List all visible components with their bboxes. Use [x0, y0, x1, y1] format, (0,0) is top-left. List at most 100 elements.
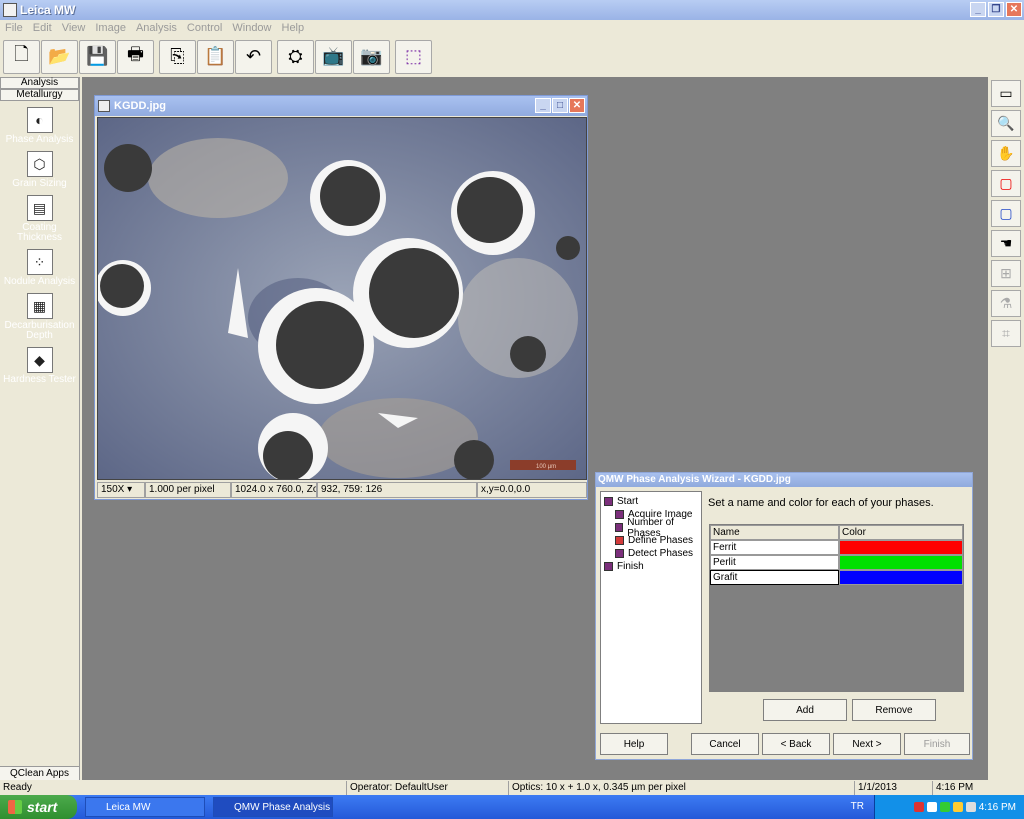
- table-row[interactable]: Grafit: [710, 570, 963, 585]
- camera-icon[interactable]: 📷: [353, 39, 390, 74]
- decarburisation-label: Decarburisation Depth: [4, 320, 75, 341]
- pan-hand-icon[interactable]: ✋: [991, 140, 1021, 167]
- table-header: Name Color: [710, 525, 963, 540]
- tray-icon-1[interactable]: [913, 802, 924, 812]
- column-color: Color: [839, 525, 963, 540]
- back-button[interactable]: < Back: [762, 733, 830, 755]
- zoom-icon[interactable]: 🔍: [991, 110, 1021, 137]
- step-finish[interactable]: Finish: [601, 560, 701, 573]
- taskbar: start Leica MW QMW Phase Analysis ... TR…: [0, 795, 1024, 819]
- taskbar-phase-wizard[interactable]: QMW Phase Analysis ...: [213, 797, 333, 817]
- undo-icon[interactable]: ↶: [235, 39, 272, 74]
- add-button[interactable]: Add: [763, 699, 847, 721]
- rectangle-select-icon[interactable]: ▭: [991, 80, 1021, 107]
- red-rectangle-icon[interactable]: ▢: [991, 170, 1021, 197]
- qclean-apps-tab[interactable]: QClean Apps: [0, 766, 79, 780]
- system-tray: 4:16 PM: [874, 795, 1024, 819]
- hardness-tester-tool[interactable]: ◆ Hardness Tester: [0, 347, 79, 385]
- menu-help[interactable]: Help: [277, 22, 310, 34]
- nodule-analysis-icon: ⁘: [26, 249, 53, 275]
- menu-window[interactable]: Window: [227, 22, 276, 34]
- image-maximize-button[interactable]: □: [552, 98, 568, 113]
- phase-analysis-tool[interactable]: ◐ Phase Analysis: [0, 107, 79, 145]
- step-start[interactable]: Start: [601, 495, 701, 508]
- pixel-readout: 932, 759: 126: [317, 482, 477, 498]
- panel-subheader[interactable]: Metallurgy: [0, 89, 79, 101]
- windows-flag-icon: [8, 800, 22, 814]
- finish-button: Finish: [904, 733, 970, 755]
- image-window-icon: [98, 100, 110, 112]
- calibrate-icon: ⚗: [991, 290, 1021, 317]
- menu-edit[interactable]: Edit: [28, 22, 57, 34]
- menu-image[interactable]: Image: [90, 22, 131, 34]
- menu-control[interactable]: Control: [182, 22, 227, 34]
- status-ready: Ready: [3, 782, 32, 793]
- coords-readout: x,y=0.0,0.0: [477, 482, 587, 498]
- micrograph-image[interactable]: 100 µm: [97, 117, 587, 480]
- phase-analysis-label: Phase Analysis: [5, 134, 74, 145]
- phase-color-cell[interactable]: [839, 570, 963, 585]
- step-icon: [604, 497, 613, 506]
- step-define-phases[interactable]: Define Phases: [601, 534, 701, 547]
- taskbar-leica-mw[interactable]: Leica MW: [85, 797, 205, 817]
- coating-thickness-icon: ▤: [26, 195, 53, 221]
- decarburisation-icon: ▦: [26, 293, 53, 319]
- step-detect-phases[interactable]: Detect Phases: [601, 547, 701, 560]
- language-indicator[interactable]: TR: [851, 801, 864, 812]
- pointer-icon[interactable]: ☚: [991, 230, 1021, 257]
- image-window-titlebar: KGDD.jpg: [95, 96, 587, 116]
- tv-icon[interactable]: 📺: [315, 39, 352, 74]
- phase-name-cell[interactable]: Perlit: [710, 555, 839, 570]
- copy-icon[interactable]: ⎘: [159, 39, 196, 74]
- phase-name-cell[interactable]: Grafit: [710, 570, 839, 585]
- paste-icon[interactable]: 📋: [197, 39, 234, 74]
- analysis-panel: Analysis Metallurgy ◐ Phase Analysis ⬡ G…: [0, 77, 80, 780]
- image-close-button[interactable]: ✕: [569, 98, 585, 113]
- start-button[interactable]: start: [0, 795, 77, 819]
- blue-rectangle-icon[interactable]: ▢: [991, 200, 1021, 227]
- volume-icon[interactable]: [965, 802, 976, 812]
- phases-table: Name Color Ferrit Perlit Grafit: [709, 524, 964, 692]
- panel-header[interactable]: Analysis: [0, 77, 79, 89]
- menu-view[interactable]: View: [57, 22, 91, 34]
- step-icon: [615, 510, 624, 519]
- next-button[interactable]: Next >: [833, 733, 901, 755]
- cancel-button[interactable]: Cancel: [691, 733, 759, 755]
- menu-file[interactable]: File: [0, 22, 28, 34]
- image-window[interactable]: KGDD.jpg _ □ ✕ 100 µm 150X ▾ 1.000 per p…: [94, 95, 588, 500]
- new-icon[interactable]: 🗋: [3, 39, 40, 74]
- tray-icon-3[interactable]: [939, 802, 950, 812]
- step-icon: [615, 523, 624, 532]
- save-icon[interactable]: 💾: [79, 39, 116, 74]
- image-minimize-button[interactable]: _: [535, 98, 551, 113]
- tray-icon-4[interactable]: [952, 802, 963, 812]
- xy-stage-icon: ⌗: [991, 320, 1021, 347]
- close-button[interactable]: ✕: [1006, 2, 1022, 17]
- open-icon[interactable]: 📂: [41, 39, 78, 74]
- phase-color-cell[interactable]: [839, 540, 963, 555]
- print-icon[interactable]: 🖶: [117, 39, 154, 74]
- menu-analysis[interactable]: Analysis: [131, 22, 182, 34]
- select-region-icon[interactable]: ⬚: [395, 39, 432, 74]
- coating-thickness-label: Coating Thickness: [16, 222, 62, 243]
- measure-icon: ⊞: [991, 260, 1021, 287]
- phase-color-cell[interactable]: [839, 555, 963, 570]
- decarburisation-tool[interactable]: ▦ Decarburisation Depth: [0, 293, 79, 341]
- zoom-select[interactable]: 150X ▾: [97, 482, 145, 498]
- table-row[interactable]: Perlit: [710, 555, 963, 570]
- step-number-of-phases[interactable]: Number of Phases: [601, 517, 701, 539]
- phase-analysis-wizard[interactable]: QMW Phase Analysis Wizard - KGDD.jpg Sta…: [595, 472, 973, 760]
- minimize-button[interactable]: _: [970, 2, 986, 17]
- phase-name-cell[interactable]: Ferrit: [710, 540, 839, 555]
- table-row[interactable]: Ferrit: [710, 540, 963, 555]
- help-button[interactable]: Help: [600, 733, 668, 755]
- grain-sizing-tool[interactable]: ⬡ Grain Sizing: [0, 151, 79, 189]
- tray-icon-2[interactable]: [926, 802, 937, 812]
- scale-readout: 1.000 per pixel: [145, 482, 231, 498]
- acquire-icon[interactable]: ⛭: [277, 39, 314, 74]
- coating-thickness-tool[interactable]: ▤ Coating Thickness: [0, 195, 79, 243]
- nodule-analysis-tool[interactable]: ⁘ Nodule Analysis: [0, 249, 79, 287]
- wizard-title: QMW Phase Analysis Wizard - KGDD.jpg: [596, 473, 972, 487]
- remove-button[interactable]: Remove: [852, 699, 936, 721]
- restore-button[interactable]: ❐: [988, 2, 1004, 17]
